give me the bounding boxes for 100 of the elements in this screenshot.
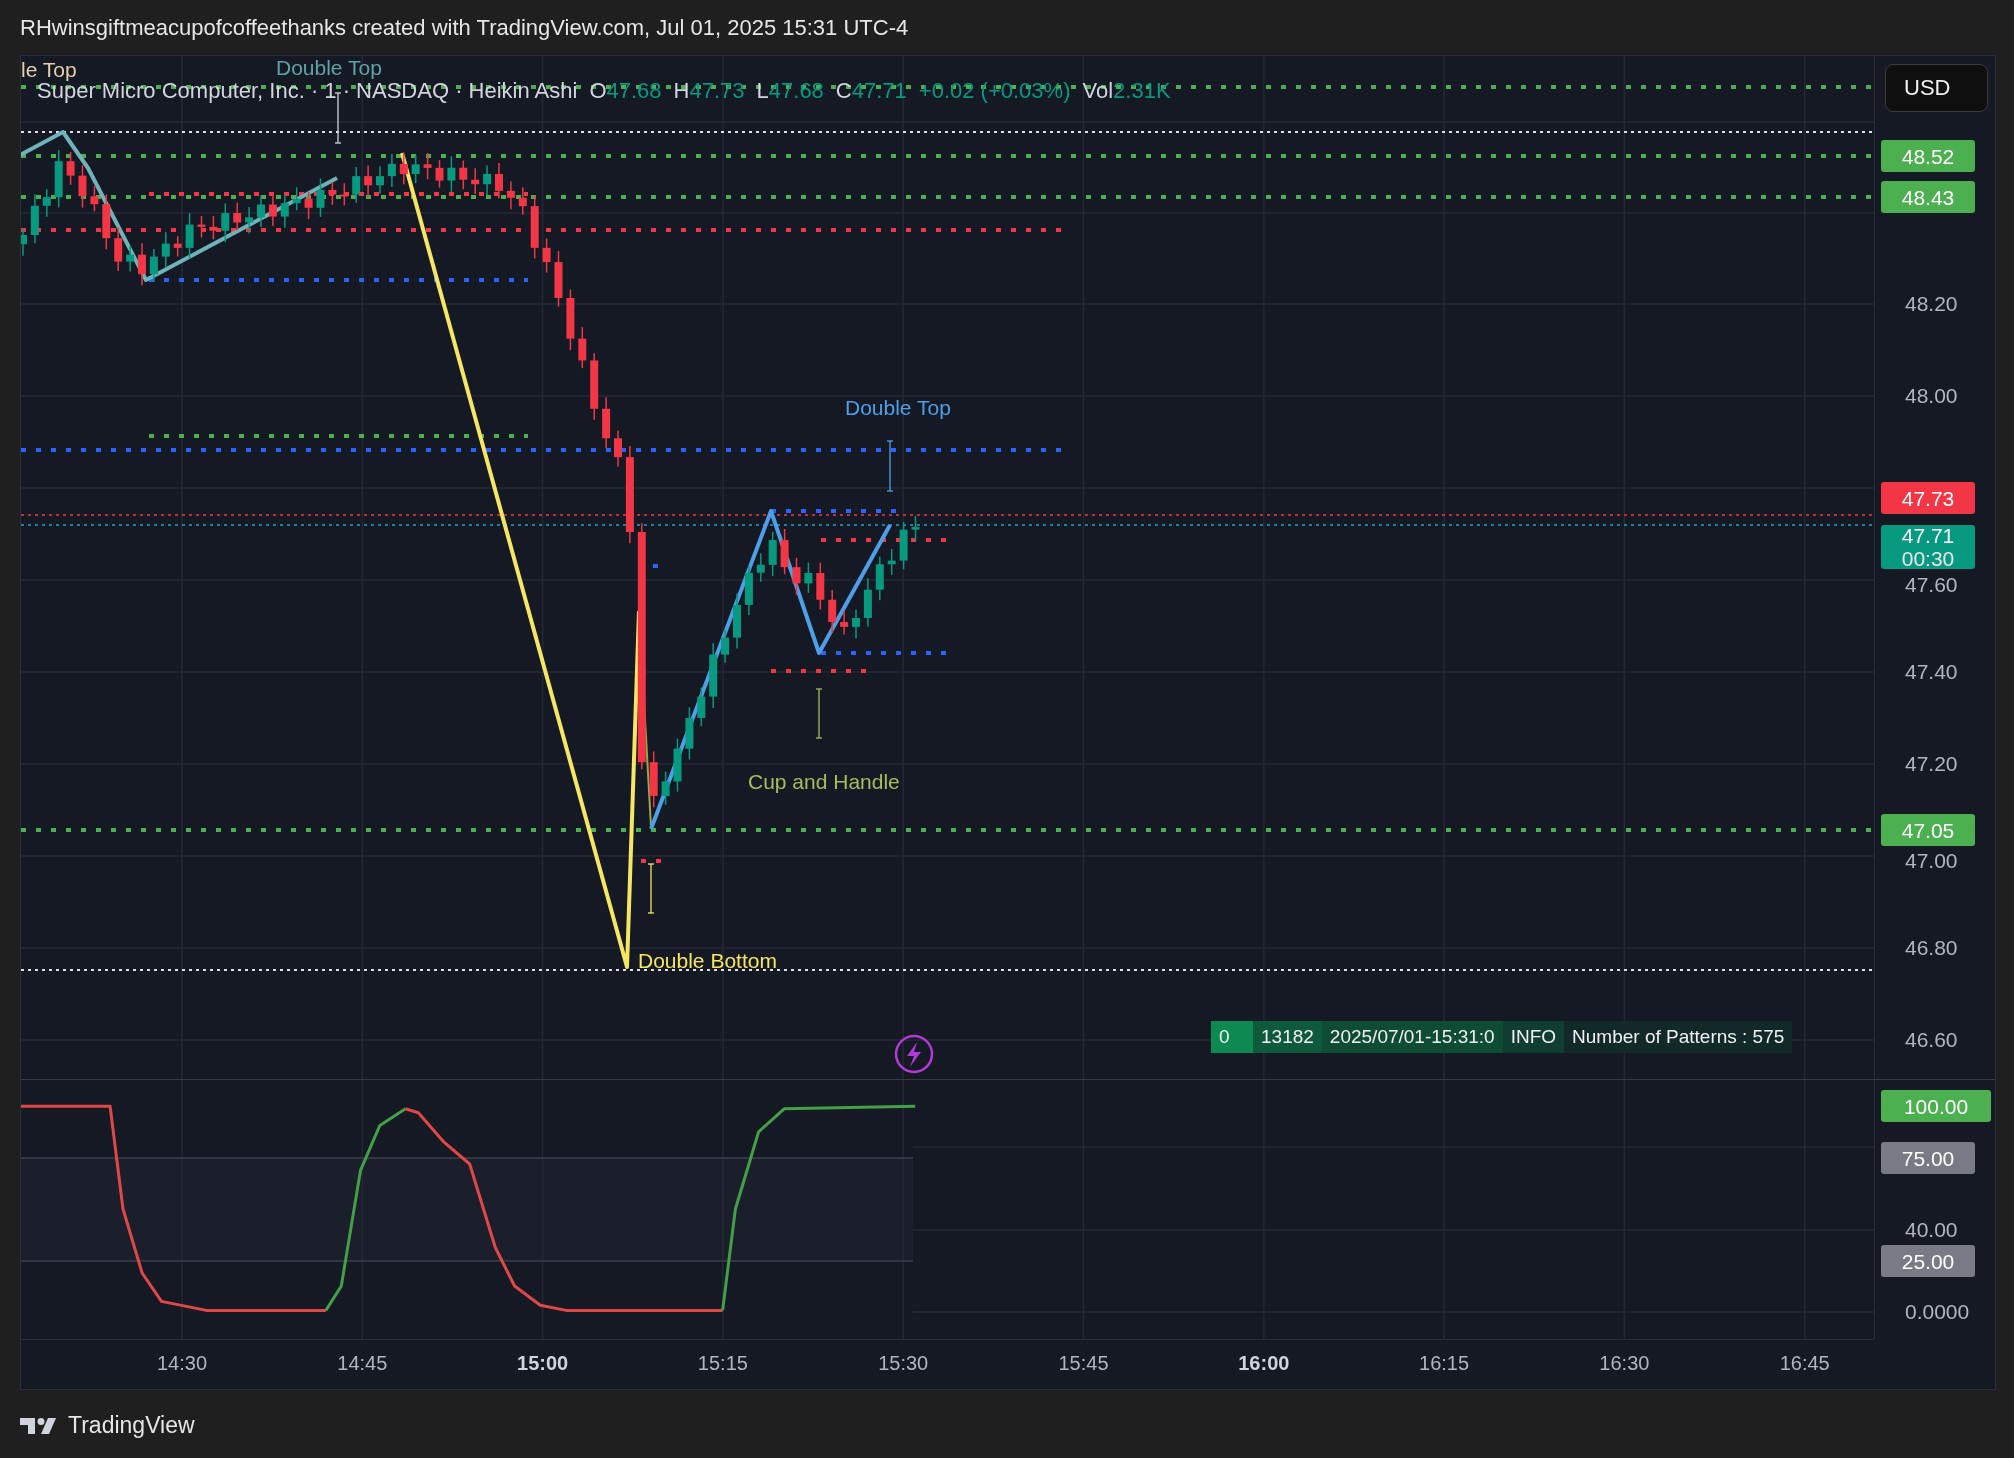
- candle: [709, 642, 718, 709]
- candle: [304, 190, 313, 220]
- time-tick-label: 15:15: [696, 1352, 749, 1375]
- candle: [780, 528, 789, 576]
- ohlc-value: 47.68: [768, 78, 824, 104]
- oscillator-tick-label: 0.0000: [1905, 1299, 1970, 1325]
- candle: [899, 521, 908, 570]
- candle: [566, 288, 575, 351]
- candle: [257, 194, 265, 228]
- candle: [756, 552, 765, 583]
- time-tick-label: 16:45: [1778, 1352, 1831, 1375]
- chart-title: RHwinsgiftmeacupofcoffeethanks created with TradingView.com, Jul 01, 2025 15:31 UTC-4: [20, 14, 909, 41]
- candle: [42, 188, 51, 218]
- oscillator-badge: 100.00: [1881, 1090, 1991, 1122]
- candle: [54, 149, 63, 209]
- candle: [435, 159, 444, 189]
- price-badge: 47.71 00:30: [1881, 525, 1975, 569]
- candle: [816, 562, 825, 611]
- price-badge: 48.52: [1881, 140, 1975, 172]
- price-tick-label: 48.00: [1905, 383, 1958, 409]
- candle: [887, 548, 896, 576]
- oscillator-tick-label: 40.00: [1905, 1217, 1958, 1243]
- candle: [292, 186, 301, 212]
- candle: [697, 686, 706, 727]
- price-tick-label: 46.60: [1905, 1027, 1958, 1053]
- candle: [602, 396, 611, 449]
- candle: [471, 167, 480, 195]
- candle: [161, 231, 170, 269]
- time-tick-label: 16:15: [1418, 1352, 1471, 1375]
- candle: [423, 152, 432, 180]
- time-tick-label: 16:30: [1598, 1352, 1651, 1375]
- candle: [542, 237, 551, 274]
- candle: [792, 557, 801, 596]
- candle: [578, 326, 587, 369]
- time-tick-label: 14:45: [336, 1352, 389, 1375]
- candle: [233, 202, 242, 231]
- candle: [459, 159, 468, 190]
- ohlc-label: L: [756, 78, 769, 104]
- candle: [840, 610, 849, 636]
- brand-name: TradingView: [68, 1412, 195, 1439]
- candle: [399, 152, 408, 186]
- candle: [411, 154, 420, 184]
- candle: [328, 181, 337, 206]
- candle: [376, 165, 384, 195]
- candle: [828, 589, 837, 634]
- candle: [685, 706, 694, 761]
- ohlc-value: 47.71: [851, 78, 907, 104]
- time-tick-label: 14:30: [155, 1352, 209, 1375]
- candle: [114, 226, 123, 272]
- candle: [173, 235, 182, 258]
- info-table-cell: 0: [1211, 1021, 1253, 1053]
- lightning-icon[interactable]: [894, 1034, 934, 1074]
- price-badge: 48.43: [1881, 181, 1975, 213]
- candle: [530, 195, 539, 260]
- candle: [138, 242, 146, 287]
- oscillator-badge: 75.00: [1881, 1142, 1975, 1174]
- candle: [649, 750, 658, 809]
- time-tick-label: 15:30: [877, 1352, 930, 1375]
- price-tick-label: 47.20: [1905, 751, 1958, 777]
- candle: [804, 561, 813, 594]
- ohlc-value: 47.68: [606, 78, 662, 104]
- candle: [661, 770, 670, 806]
- time-tick-label: 15:00: [516, 1352, 570, 1375]
- price-badge: 47.05: [1881, 814, 1975, 846]
- candle: [614, 429, 622, 468]
- candle: [387, 153, 396, 188]
- price-tick-label: 48.20: [1905, 291, 1958, 317]
- info-table-cell: Number of Patterns : 575: [1564, 1021, 1793, 1053]
- candle: [316, 177, 325, 218]
- info-table-cell: 13182: [1253, 1021, 1322, 1053]
- candle: [447, 155, 456, 193]
- pattern-label: Double Top: [845, 396, 951, 420]
- ohlc-label: H: [673, 78, 690, 104]
- price-tick-label: 46.80: [1905, 935, 1958, 961]
- candle: [352, 166, 361, 204]
- volume-label: Vol: [1082, 78, 1114, 104]
- candle: [590, 352, 599, 421]
- candle: [185, 212, 194, 260]
- candle: [364, 164, 373, 198]
- range-marker: [815, 688, 823, 739]
- pattern-label: le Top: [21, 58, 77, 82]
- pattern-label: Double Top: [276, 56, 382, 80]
- candle: [733, 592, 741, 650]
- price-tick-label: 47.40: [1905, 659, 1958, 685]
- candle: [875, 556, 884, 602]
- candle: [268, 192, 277, 227]
- candle: [149, 248, 158, 283]
- volume-value: 2.31K: [1113, 78, 1171, 104]
- oscillator-badge: 25.00: [1881, 1245, 1975, 1277]
- ohlc-label: C: [835, 78, 852, 104]
- candle: [197, 215, 206, 239]
- candle: [209, 215, 218, 241]
- pattern-label: Double Bottom: [638, 949, 777, 973]
- price-badge: 47.73: [1881, 482, 1975, 514]
- price-change: +0.02 (+0.03%): [918, 78, 1071, 104]
- candle: [90, 185, 99, 213]
- currency-button[interactable]: USD: [1885, 64, 1988, 112]
- ohlc-label: O: [589, 78, 607, 104]
- candle: [506, 180, 515, 210]
- price-tick-label: 47.60: [1905, 572, 1958, 598]
